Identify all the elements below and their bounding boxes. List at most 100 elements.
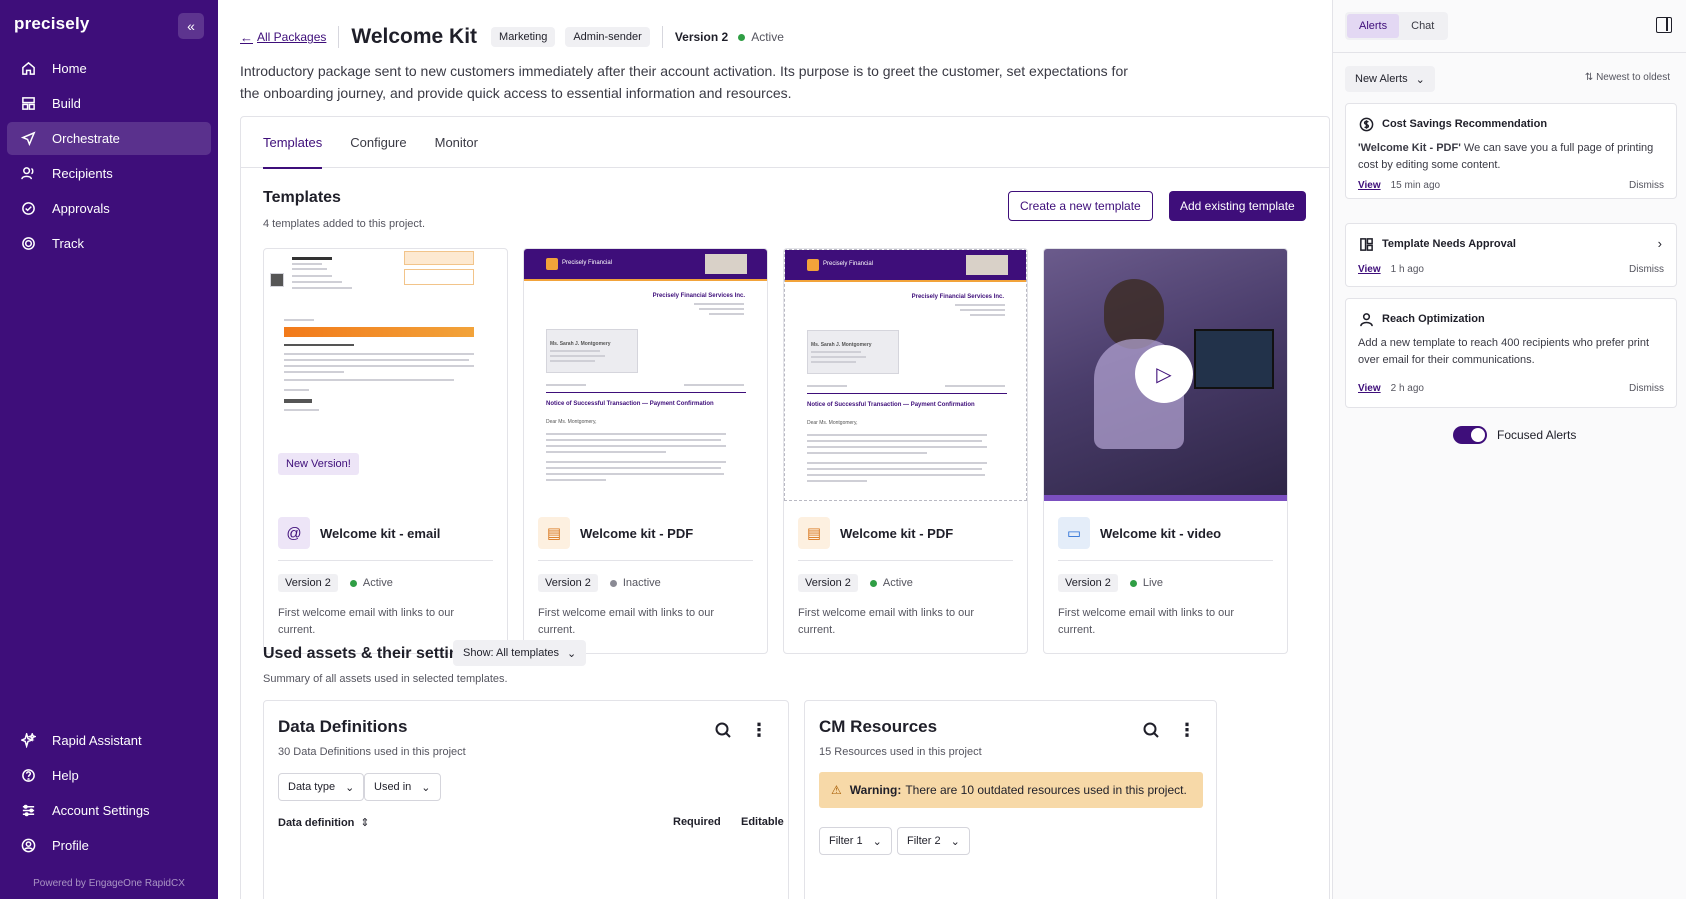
sliders-icon: [18, 803, 38, 818]
sort-toggle[interactable]: ⇅ Newest to oldest: [1585, 72, 1670, 83]
search-icon[interactable]: [1142, 721, 1160, 739]
main-nav: Home Build Orchestrate Recipients Approv…: [7, 52, 211, 262]
sort-icon: ⇕: [360, 817, 370, 829]
version-badge: Version 2: [798, 574, 858, 592]
tab-templates[interactable]: Templates: [263, 117, 323, 169]
view-alert-link[interactable]: View: [1358, 264, 1381, 275]
nav-item-recipients[interactable]: Recipients: [7, 157, 211, 190]
nav-item-home[interactable]: Home: [7, 52, 211, 85]
alert-time: 15 min ago: [1390, 180, 1441, 191]
dollar-icon: [1358, 116, 1374, 132]
templates-title: Templates: [263, 189, 341, 206]
template-card-pdf[interactable]: Precisely Financial Precisely Financial …: [523, 248, 768, 654]
collapse-sidebar-button[interactable]: «: [178, 13, 204, 39]
data-type-filter[interactable]: Data type ⌄: [278, 773, 365, 801]
tag-admin-sender: Admin-sender: [565, 27, 650, 47]
nav-label: Approvals: [52, 201, 110, 216]
pdf-thumbnail: Precisely Financial Precisely Financial …: [524, 249, 767, 501]
back-to-packages-link[interactable]: ← All Packages: [240, 30, 326, 45]
card-name: Welcome kit - PDF: [840, 525, 954, 541]
template-card-pdf[interactable]: Precisely Financial Precisely Financial …: [783, 248, 1028, 654]
assets-title: Used assets & their settings: [263, 645, 478, 662]
nav-label: Rapid Assistant: [52, 733, 142, 748]
panel-collapse-icon[interactable]: [1656, 17, 1672, 33]
nav-label: Help: [52, 768, 79, 783]
bottom-nav: Rapid Assistant Help Account Settings Pr…: [7, 724, 211, 864]
search-icon[interactable]: [714, 721, 732, 739]
status-text: Active: [751, 30, 784, 44]
column-data-definition[interactable]: Data definition ⇕: [278, 816, 370, 829]
alert-body: Add a new template to reach 400 recipien…: [1358, 337, 1650, 366]
chevron-right-icon[interactable]: ›: [1658, 236, 1662, 251]
more-options-icon[interactable]: ⋮: [750, 721, 768, 739]
template-cards: New Version! @ Welcome kit - email Versi…: [263, 248, 1332, 656]
users-icon: [18, 166, 38, 181]
alerts-filter-dropdown[interactable]: New Alerts ⌄: [1345, 66, 1435, 92]
letter-company: Precisely Financial: [562, 260, 613, 266]
nav-item-profile[interactable]: Profile: [7, 829, 211, 862]
nav-label: Track: [52, 236, 85, 251]
dismiss-button[interactable]: Dismiss: [1629, 180, 1664, 191]
nav-label: Orchestrate: [52, 131, 120, 146]
card-description: First welcome email with links to our cu…: [538, 607, 715, 636]
profile-icon: [18, 838, 38, 853]
sort-icon: ⇅: [1584, 72, 1597, 83]
tab-configure[interactable]: Configure: [350, 117, 406, 168]
data-definitions-subtitle: 30 Data Definitions used in this project: [278, 746, 466, 758]
view-alert-link[interactable]: View: [1358, 180, 1381, 191]
nav-item-rapid-assistant[interactable]: Rapid Assistant: [7, 724, 211, 757]
divider: [338, 26, 340, 48]
chevron-down-icon: ⌄: [567, 647, 577, 660]
more-options-icon[interactable]: ⋮: [1178, 721, 1196, 739]
view-alert-link[interactable]: View: [1358, 383, 1381, 394]
pdf-thumbnail: Precisely Financial Precisely Financial …: [784, 249, 1027, 501]
toggle-switch[interactable]: [1453, 426, 1487, 444]
create-template-button[interactable]: Create a new template: [1008, 191, 1153, 221]
filter-1-dropdown[interactable]: Filter 1 ⌄: [819, 827, 892, 855]
data-definitions-card: Data Definitions 30 Data Definitions use…: [263, 700, 789, 899]
play-video-button[interactable]: ▷: [1135, 345, 1193, 403]
nav-item-help[interactable]: Help: [7, 759, 211, 792]
nav-label: Home: [52, 61, 87, 76]
outdated-resources-warning: ⚠ Warning: There are 10 outdated resourc…: [819, 772, 1203, 808]
cm-resources-title: CM Resources: [819, 717, 938, 736]
panel-tabs: Alerts Chat: [1345, 12, 1449, 40]
alert-reach-optimization: Reach Optimization Add a new template to…: [1345, 298, 1677, 408]
tab-alerts[interactable]: Alerts: [1347, 14, 1400, 38]
dismiss-button[interactable]: Dismiss: [1629, 264, 1664, 275]
nav-item-build[interactable]: Build: [7, 87, 211, 120]
nav-item-orchestrate[interactable]: Orchestrate: [7, 122, 211, 155]
alert-cost-savings: Cost Savings Recommendation 'Welcome Kit…: [1345, 103, 1677, 199]
templates-subtitle: 4 templates added to this project.: [263, 218, 426, 230]
filter-2-dropdown[interactable]: Filter 2 ⌄: [897, 827, 970, 855]
send-icon: [18, 131, 38, 146]
dismiss-button[interactable]: Dismiss: [1629, 383, 1664, 394]
card-name: Welcome kit - email: [320, 525, 441, 541]
template-card-video[interactable]: ▷ ▭ Welcome kit - video Version 2 Live F…: [1043, 248, 1288, 654]
add-existing-template-button[interactable]: Add existing template: [1169, 191, 1306, 221]
nav-item-track[interactable]: Track: [7, 227, 211, 260]
status-badge: Active: [349, 577, 393, 589]
version-badge: Version 2: [278, 574, 338, 592]
tab-chat[interactable]: Chat: [1399, 14, 1446, 38]
used-in-filter[interactable]: Used in ⌄: [364, 773, 441, 801]
data-definitions-title: Data Definitions: [278, 717, 408, 736]
letter-company: Precisely Financial: [823, 261, 874, 267]
package-panel: Templates Configure Monitor Templates 4 …: [240, 116, 1330, 899]
focused-alerts-toggle[interactable]: Focused Alerts: [1453, 426, 1576, 444]
alert-time: 2 h ago: [1390, 383, 1424, 394]
column-editable: Editable: [741, 816, 784, 828]
build-icon: [18, 96, 38, 111]
page-header: ← All Packages Welcome Kit Marketing Adm…: [240, 24, 784, 50]
status-dot-icon: [349, 579, 357, 587]
tab-monitor[interactable]: Monitor: [435, 117, 478, 168]
tab-bar: Templates Configure Monitor: [241, 117, 1329, 169]
show-templates-dropdown[interactable]: Show: All templates ⌄: [453, 640, 587, 666]
template-card-email[interactable]: New Version! @ Welcome kit - email Versi…: [263, 248, 508, 654]
letter-subject: Notice of Successful Transaction — Payme…: [807, 402, 975, 408]
nav-item-approvals[interactable]: Approvals: [7, 192, 211, 225]
alert-template-approval[interactable]: Template Needs Approval › View 1 h ago D…: [1345, 223, 1677, 287]
video-camera-icon: ▭: [1058, 517, 1090, 549]
brand-logo: precisely: [14, 14, 90, 33]
nav-item-account-settings[interactable]: Account Settings: [7, 794, 211, 827]
